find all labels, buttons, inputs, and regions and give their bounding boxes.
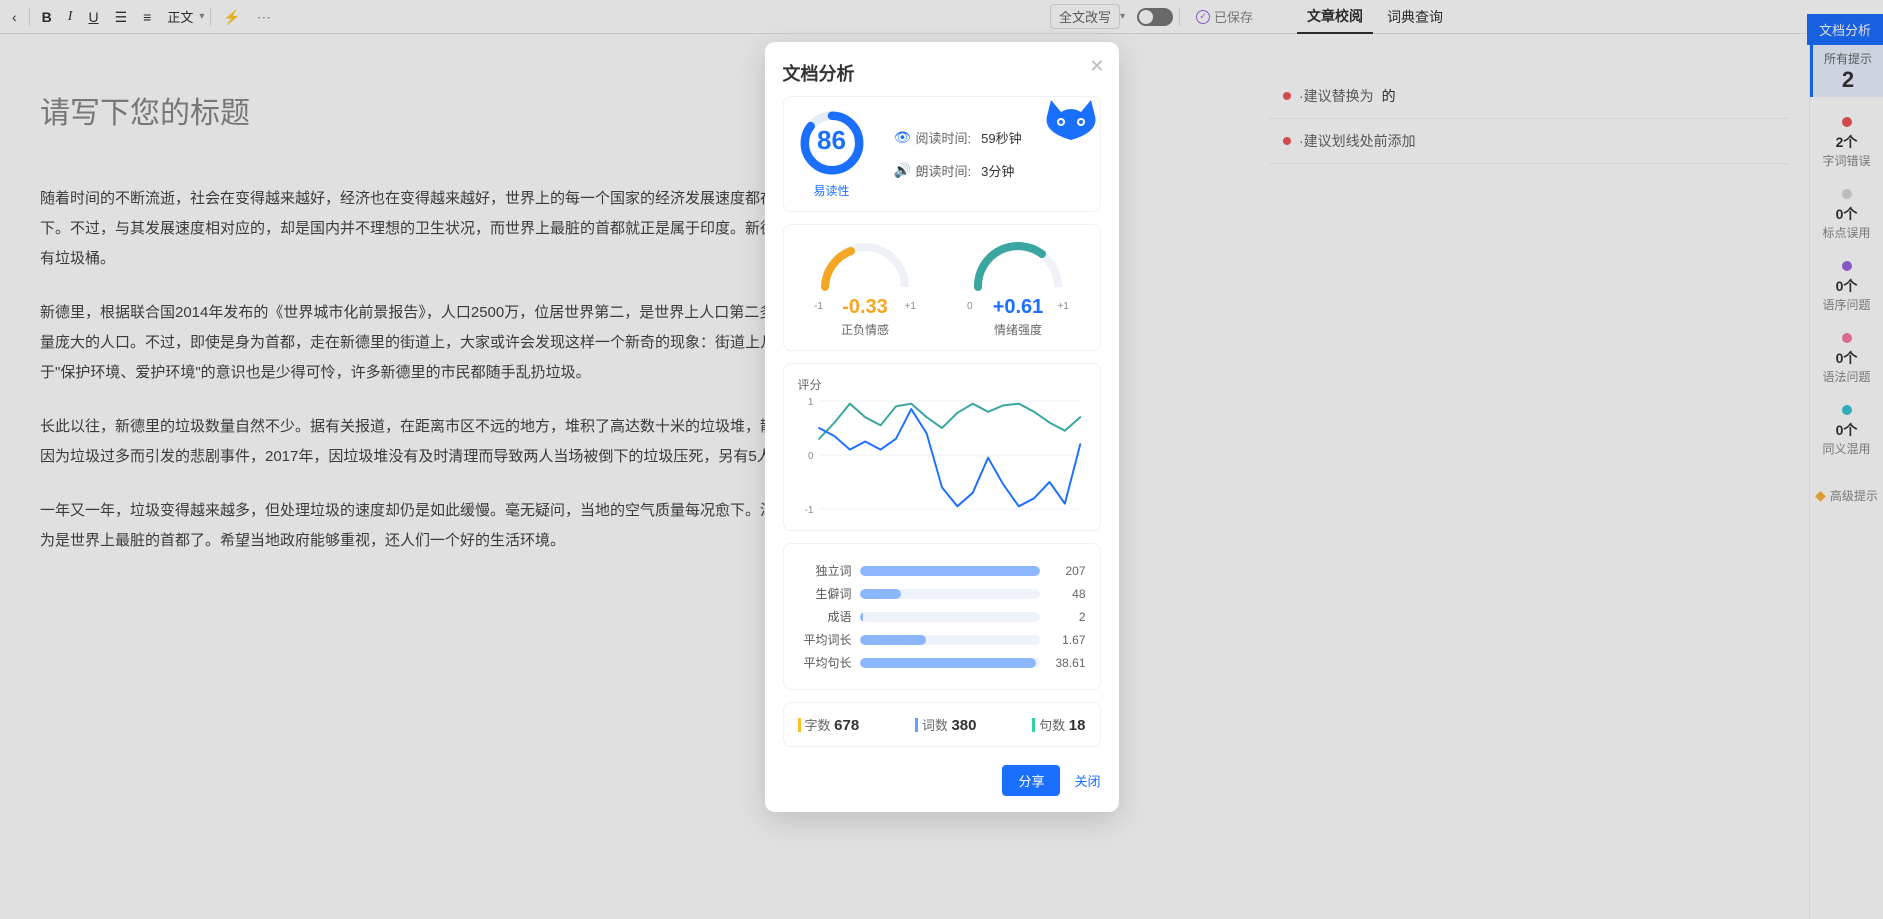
metric-label: 生僻词 [798,585,852,602]
metric-label: 成语 [798,608,852,625]
metric-value: 2 [1048,610,1086,624]
modal-title: 文档分析 [783,60,1101,86]
svg-text:0: 0 [808,451,814,462]
metric-track [860,566,1040,576]
metric-bar-row: 独立词 207 [798,562,1086,579]
stats-row: 字数 678 词数 380 句数 18 [783,702,1101,747]
metric-bar-row: 平均词长 1.67 [798,631,1086,648]
cat-logo-icon [1043,98,1099,142]
metric-bar-row: 生僻词 48 [798,585,1086,602]
stat-sentences: 句数 18 [1032,715,1085,734]
time-block: 👁阅读时间:59秒钟 🔊朗读时间:3分钟 [894,128,1022,180]
svg-text:1: 1 [808,397,813,408]
gauge-sentiment: -1+1 -0.33 正负情感 [800,237,930,338]
gauges-card: -1+1 -0.33 正负情感 0+1 +0.61 情绪强度 [783,224,1101,351]
share-button[interactable]: 分享 [1002,765,1060,796]
rating-line-chart: -1 0 1 [798,395,1086,515]
gauge-label: 情绪强度 [953,321,1083,338]
rating-chart-card: 评分 -1 0 1 [783,363,1101,531]
stat-words: 字数 678 [798,715,860,734]
metric-track [860,658,1040,668]
readability-score: 86 易读性 [798,109,866,199]
metrics-bars: 独立词 207 生僻词 48 成语 2 平均词长 1.67 平均句长 38.61 [783,543,1101,690]
metric-value: 48 [1048,587,1086,601]
metric-track [860,589,1040,599]
metric-bar-row: 平均句长 38.61 [798,654,1086,671]
modal-overlay[interactable]: 文档分析 ✕ 86 易读性 👁阅读时间:59秒钟 🔊朗读时间:3分钟 [0,0,1883,919]
gauge-label: 正负情感 [800,321,930,338]
analysis-modal: 文档分析 ✕ 86 易读性 👁阅读时间:59秒钟 🔊朗读时间:3分钟 [765,42,1119,812]
sound-icon: 🔊 [894,162,910,179]
metric-value: 38.61 [1048,656,1086,670]
readability-label: 易读性 [798,182,866,199]
close-icon[interactable]: ✕ [1089,56,1104,77]
metric-bar-row: 成语 2 [798,608,1086,625]
metric-value: 1.67 [1048,633,1086,647]
readability-value: 86 [798,125,866,156]
metric-label: 平均句长 [798,654,852,671]
modal-footer: 分享 关闭 [783,765,1101,796]
metric-label: 平均词长 [798,631,852,648]
gauge-intensity: 0+1 +0.61 情绪强度 [953,237,1083,338]
eye-icon: 👁 [894,129,910,146]
metric-track [860,635,1040,645]
stat-terms: 词数 380 [915,715,977,734]
svg-text:-1: -1 [804,505,813,515]
close-button[interactable]: 关闭 [1074,765,1100,796]
metric-label: 独立词 [798,562,852,579]
metric-track [860,612,1040,622]
metric-value: 207 [1048,564,1086,578]
chart-ylabel: 评分 [798,376,1086,393]
